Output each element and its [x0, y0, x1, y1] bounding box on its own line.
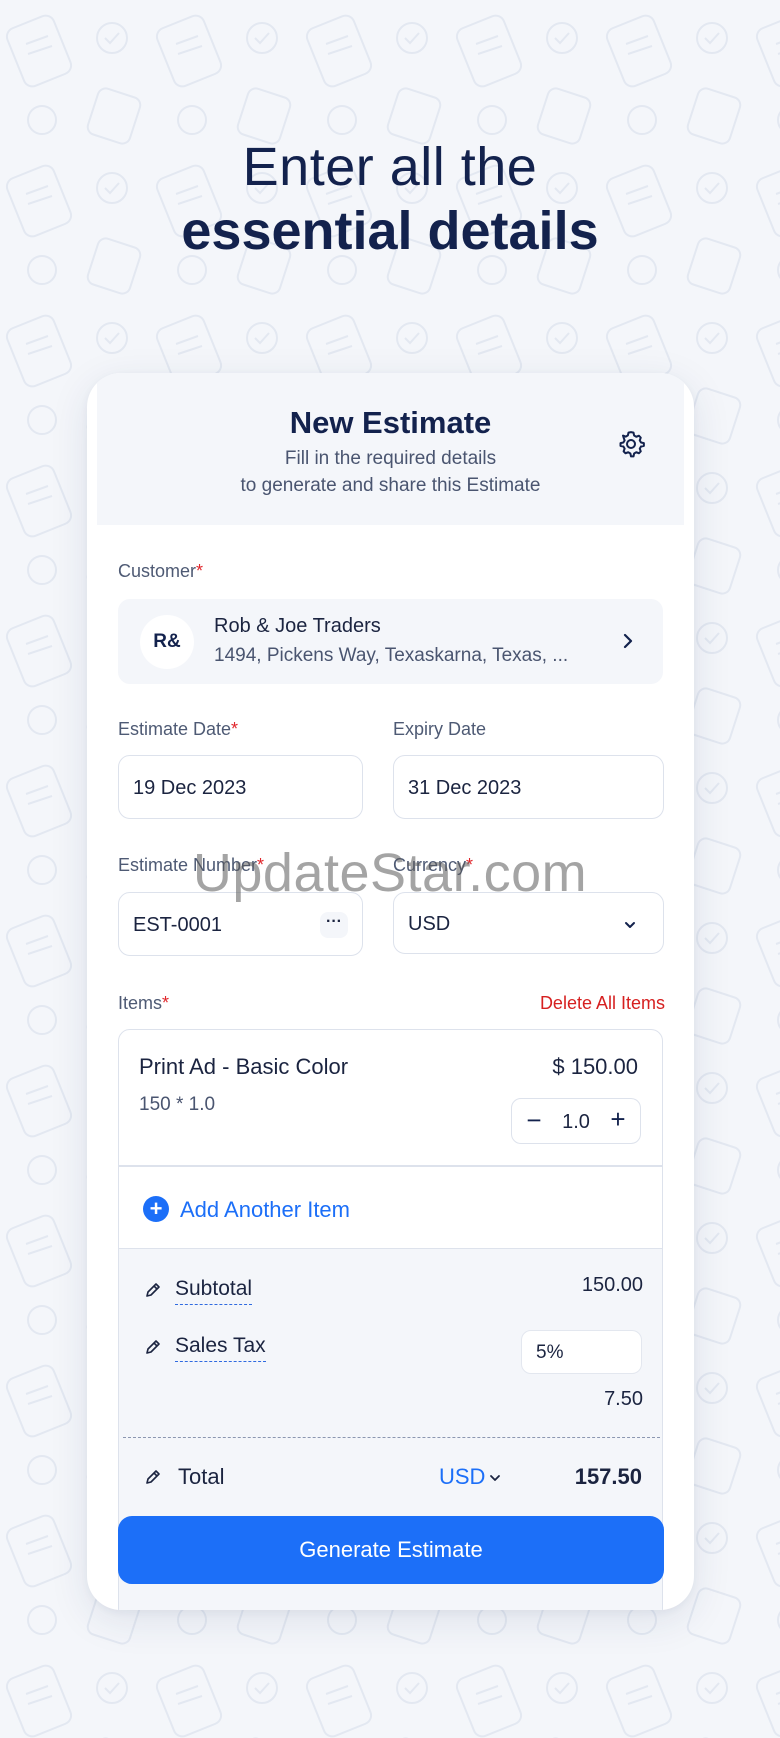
chevron-down-icon [625, 922, 635, 928]
divider [119, 1165, 662, 1167]
total-label: Total [178, 1464, 225, 1489]
sales-tax-label[interactable]: Sales Tax [175, 1334, 266, 1362]
item-calculation: 150 * 1.0 [139, 1094, 216, 1115]
sales-tax-rate-input[interactable]: 5% [521, 1330, 642, 1374]
chevron-down-icon [490, 1475, 500, 1481]
estimate-date-label-text: Estimate Date [118, 719, 232, 739]
subtotal-label[interactable]: Subtotal [175, 1277, 253, 1305]
required-mark: * [466, 855, 474, 875]
currency-value: USD [408, 913, 451, 935]
card-subtitle: Fill in the required details to generate… [97, 445, 684, 499]
customer-address: 1494, Pickens Way, Texaskarna, Texas, ..… [214, 645, 569, 666]
pencil-icon[interactable] [144, 1281, 162, 1299]
subtitle-line2: to generate and share this Estimate [240, 475, 541, 496]
plus-circle-icon: + [143, 1196, 169, 1222]
avatar: R& [140, 615, 194, 669]
dashed-divider [123, 1437, 660, 1438]
increment-button[interactable]: + [606, 1106, 630, 1134]
item-name: Print Ad - Basic Color [139, 1054, 349, 1079]
total-currency-select[interactable]: USD [439, 1464, 485, 1490]
required-mark: * [257, 855, 265, 875]
expiry-date-label: Expiry Date [393, 719, 487, 739]
required-mark: * [162, 993, 170, 1013]
quantity-stepper: − 1.0 + [511, 1098, 641, 1144]
pencil-icon[interactable] [144, 1468, 162, 1486]
estimate-number-value: EST-0001 [133, 914, 222, 936]
chevron-right-icon [623, 633, 633, 649]
expiry-date-field[interactable]: 31 Dec 2023 [393, 755, 664, 819]
subtitle-line1: Fill in the required details [284, 448, 497, 469]
headline-line2: essential details [181, 201, 599, 261]
page-title: New Estimate [289, 405, 492, 440]
headline: Enter all the essential details [0, 135, 780, 263]
item-price: $ 150.00 [552, 1054, 638, 1079]
gear-icon[interactable] [616, 429, 646, 459]
sales-tax-rate-value: 5% [536, 1342, 564, 1363]
estimate-number-field[interactable]: EST-0001 ··· [118, 892, 363, 956]
estimate-date-field[interactable]: 19 Dec 2023 [118, 755, 363, 819]
generate-estimate-button[interactable]: Generate Estimate [118, 1516, 664, 1584]
delete-all-items-button[interactable]: Delete All Items [540, 993, 665, 1014]
subtotal-value: 150.00 [581, 1274, 643, 1296]
currency-label: Currency* [393, 855, 473, 876]
required-mark: * [231, 719, 239, 739]
customer-selector[interactable]: R& Rob & Joe Traders 1494, Pickens Way, … [118, 599, 663, 684]
more-options-button[interactable]: ··· [320, 912, 348, 938]
customer-name: Rob & Joe Traders [214, 615, 381, 637]
items-label-text: Items [118, 993, 163, 1013]
currency-label-text: Currency [393, 855, 467, 875]
customer-label: Customer* [118, 561, 203, 582]
add-item-label: Add Another Item [180, 1197, 350, 1222]
estimate-card: New Estimate Fill in the required detail… [87, 373, 694, 1610]
total-value: 157.50 [574, 1464, 642, 1489]
estimate-date-value: 19 Dec 2023 [133, 777, 247, 799]
card-header: New Estimate Fill in the required detail… [97, 373, 684, 525]
estimate-date-label: Estimate Date* [118, 719, 238, 740]
estimate-number-label-text: Estimate Number [118, 855, 258, 875]
expiry-date-value: 31 Dec 2023 [408, 777, 522, 799]
pencil-icon[interactable] [144, 1338, 162, 1356]
items-label: Items* [118, 993, 169, 1014]
headline-line1: Enter all the [242, 137, 538, 197]
sales-tax-amount: 7.50 [604, 1388, 643, 1410]
currency-select[interactable]: USD [393, 892, 664, 954]
required-mark: * [196, 561, 204, 581]
customer-label-text: Customer [118, 561, 197, 581]
estimate-number-label: Estimate Number* [118, 855, 264, 876]
